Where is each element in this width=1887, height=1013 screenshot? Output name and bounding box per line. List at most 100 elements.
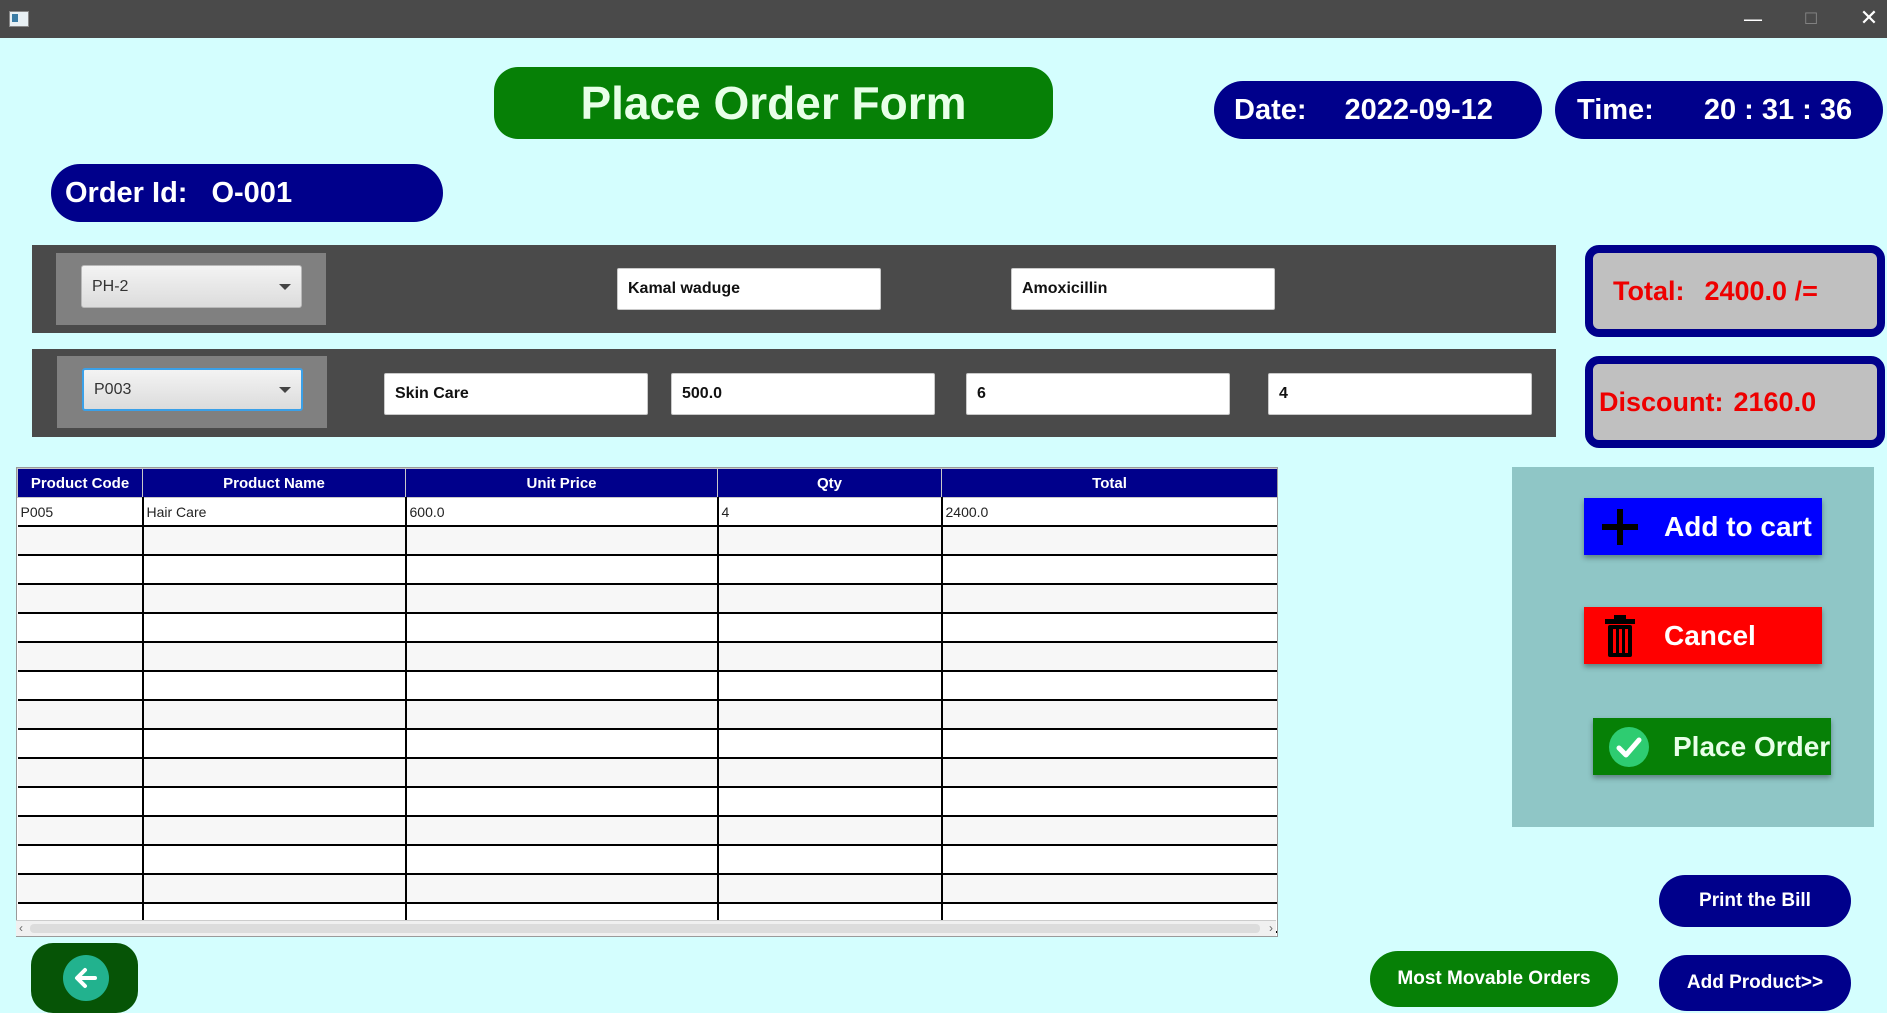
table-cell-empty bbox=[717, 787, 943, 817]
table-row-empty[interactable] bbox=[17, 584, 1277, 614]
date-display: Date: 2022-09-12 bbox=[1214, 81, 1542, 139]
table-row-empty[interactable] bbox=[17, 758, 1277, 788]
table-row-empty[interactable] bbox=[17, 787, 1277, 817]
maximize-button[interactable]: ☐ bbox=[1788, 0, 1834, 38]
table-cell-empty bbox=[941, 555, 1277, 585]
product-panel: P003 Skin Care 500.0 6 4 bbox=[32, 349, 1556, 437]
back-button[interactable] bbox=[31, 943, 138, 1013]
table-cell-empty bbox=[405, 729, 719, 759]
table-cell-empty bbox=[405, 874, 719, 904]
column-header-product-code[interactable]: Product Code bbox=[17, 468, 143, 498]
total-value: 2400.0 /= bbox=[1704, 275, 1818, 306]
table-cell-empty bbox=[405, 555, 719, 585]
table-cell-empty bbox=[17, 816, 144, 846]
table-cell-empty bbox=[941, 526, 1277, 556]
medicine-field[interactable]: Amoxicillin bbox=[1011, 268, 1275, 310]
table-row-empty[interactable] bbox=[17, 729, 1277, 759]
scroll-right-icon[interactable]: › bbox=[1269, 921, 1273, 936]
table-cell-empty bbox=[405, 671, 719, 701]
table-cell-empty bbox=[17, 613, 144, 643]
table-cell-empty bbox=[717, 729, 943, 759]
app-icon bbox=[9, 11, 29, 27]
table-header-row: Product Code Product Name Unit Price Qty… bbox=[17, 468, 1277, 498]
table-cell-empty bbox=[17, 845, 144, 875]
minimize-button[interactable]: — bbox=[1730, 0, 1776, 38]
add-product-button[interactable]: Add Product>> bbox=[1659, 955, 1851, 1011]
unit-price-field[interactable]: 500.0 bbox=[671, 373, 935, 415]
table-row-empty[interactable] bbox=[17, 613, 1277, 643]
place-order-label: Place Order bbox=[1673, 730, 1831, 762]
table-cell-empty bbox=[17, 642, 144, 672]
table-cell-empty bbox=[405, 758, 719, 788]
table-cell-empty bbox=[717, 584, 943, 614]
table-cell-empty bbox=[405, 526, 719, 556]
discount-value: 2160.0 bbox=[1733, 386, 1817, 417]
table-cell-empty bbox=[17, 700, 144, 730]
cell-product-name: Hair Care bbox=[142, 497, 407, 527]
table-row-empty[interactable] bbox=[17, 526, 1277, 556]
column-header-unit-price[interactable]: Unit Price bbox=[405, 468, 718, 498]
cancel-button[interactable]: Cancel bbox=[1584, 607, 1822, 664]
table-cell-empty bbox=[941, 613, 1277, 643]
most-movable-orders-button[interactable]: Most Movable Orders bbox=[1370, 951, 1618, 1007]
scrollbar-thumb[interactable] bbox=[30, 924, 1260, 933]
table-cell-empty bbox=[717, 758, 943, 788]
product-code-combo[interactable]: P003 bbox=[82, 368, 303, 411]
print-bill-button[interactable]: Print the Bill bbox=[1659, 875, 1851, 927]
customer-id-value: PH-2 bbox=[92, 277, 129, 295]
table-horizontal-scrollbar[interactable]: ‹ › bbox=[16, 920, 1276, 936]
column-header-product-name[interactable]: Product Name bbox=[142, 468, 406, 498]
close-button[interactable]: ✕ bbox=[1846, 0, 1887, 38]
order-id-label: Order Id: bbox=[65, 176, 188, 209]
table-cell-empty bbox=[142, 816, 407, 846]
cell-unit-price: 600.0 bbox=[405, 497, 719, 527]
plus-icon bbox=[1598, 505, 1642, 549]
table-cell-empty bbox=[405, 584, 719, 614]
cancel-label: Cancel bbox=[1664, 619, 1756, 651]
table-cell-empty bbox=[142, 526, 407, 556]
qty-field[interactable]: 4 bbox=[1268, 373, 1532, 415]
table-cell-empty bbox=[17, 555, 144, 585]
product-combo-wrap: P003 bbox=[57, 356, 327, 428]
table-row-empty[interactable] bbox=[17, 845, 1277, 875]
table-row-empty[interactable] bbox=[17, 816, 1277, 846]
table-cell-empty bbox=[941, 729, 1277, 759]
product-name-field[interactable]: Skin Care bbox=[384, 373, 648, 415]
add-to-cart-button[interactable]: Add to cart bbox=[1584, 498, 1822, 555]
table-row-empty[interactable] bbox=[17, 555, 1277, 585]
table-cell-empty bbox=[941, 816, 1277, 846]
table-cell-empty bbox=[142, 555, 407, 585]
table-cell-empty bbox=[142, 642, 407, 672]
trash-icon bbox=[1598, 614, 1642, 658]
page-title: Place Order Form bbox=[494, 67, 1053, 139]
table-cell-empty bbox=[405, 816, 719, 846]
table-cell-empty bbox=[142, 671, 407, 701]
arrow-left-icon bbox=[63, 955, 109, 1001]
qty-on-hand-field[interactable]: 6 bbox=[966, 373, 1230, 415]
discount-label: Discount: bbox=[1599, 386, 1724, 417]
table-cell-empty bbox=[941, 700, 1277, 730]
table-cell-empty bbox=[941, 874, 1277, 904]
scroll-left-icon[interactable]: ‹ bbox=[19, 921, 23, 936]
customer-id-combo[interactable]: PH-2 bbox=[81, 265, 302, 308]
customer-name-field[interactable]: Kamal waduge bbox=[617, 268, 881, 310]
table-cell-empty bbox=[142, 874, 407, 904]
time-label: Time: bbox=[1577, 93, 1654, 126]
table-row[interactable]: P005 Hair Care 600.0 4 2400.0 bbox=[17, 497, 1277, 527]
table-row-empty[interactable] bbox=[17, 671, 1277, 701]
table-row-empty[interactable] bbox=[17, 642, 1277, 672]
column-header-qty[interactable]: Qty bbox=[717, 468, 942, 498]
table-cell-empty bbox=[941, 584, 1277, 614]
table-cell-empty bbox=[717, 700, 943, 730]
cell-total: 2400.0 bbox=[941, 497, 1277, 527]
customer-combo-wrap: PH-2 bbox=[56, 253, 326, 325]
table-cell-empty bbox=[941, 845, 1277, 875]
cart-table[interactable]: Product Code Product Name Unit Price Qty… bbox=[16, 467, 1278, 937]
table-row-empty[interactable] bbox=[17, 874, 1277, 904]
place-order-button[interactable]: Place Order bbox=[1593, 718, 1831, 775]
column-header-total[interactable]: Total bbox=[941, 468, 1277, 498]
time-display: Time: 20 : 31 : 36 bbox=[1555, 81, 1883, 139]
table-cell-empty bbox=[717, 642, 943, 672]
table-row-empty[interactable] bbox=[17, 700, 1277, 730]
table-cell-empty bbox=[717, 845, 943, 875]
